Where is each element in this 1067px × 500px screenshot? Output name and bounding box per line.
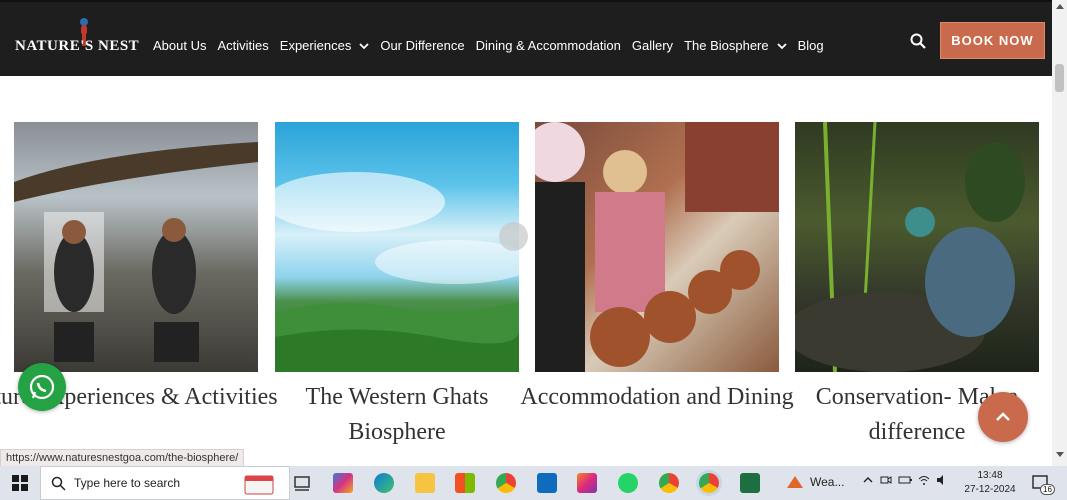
taskbar-clock[interactable]: 13:48 27-12-2024 — [960, 469, 1020, 497]
nav-label: The Biosphere — [684, 38, 769, 53]
card-western-ghats[interactable]: The Western Ghats Biosphere — [275, 122, 519, 445]
nav-activities[interactable]: Activities — [217, 38, 268, 53]
nav-dining-accommodation[interactable]: Dining & Accommodation — [476, 38, 621, 53]
forest-sky-photo — [275, 172, 519, 372]
clock-time: 13:48 — [977, 470, 1003, 481]
chevron-up-icon — [996, 412, 1010, 421]
nav-blog[interactable]: Blog — [798, 38, 824, 53]
logo-text: NATURE'S NEST — [15, 38, 140, 54]
whatsapp-app-icon[interactable] — [618, 473, 638, 493]
task-view-icon[interactable] — [292, 473, 312, 493]
weather-icon — [787, 476, 803, 488]
search-icon[interactable] — [909, 32, 927, 50]
nav-label: Gallery — [631, 38, 674, 53]
main-nav: About Us Activities Experiences Our Diff… — [153, 38, 835, 53]
card-image-forest-sky[interactable] — [275, 122, 519, 372]
nav-label: About Us — [153, 38, 207, 53]
card-image-cooking-pots[interactable] — [535, 122, 779, 372]
status-bar-url: https://www.naturesnestgoa.com/the-biosp… — [0, 449, 245, 467]
card-title[interactable]: The Western Ghats Biosphere — [255, 380, 539, 450]
volume-icon[interactable] — [936, 474, 948, 486]
nav-label: Activities — [217, 38, 269, 53]
battery-icon[interactable] — [898, 474, 912, 486]
chevron-up-icon[interactable] — [862, 474, 874, 486]
chrome-profile-icon[interactable] — [659, 473, 679, 493]
chrome-active-icon[interactable] — [699, 473, 719, 493]
nav-label: Blog — [797, 38, 824, 53]
search-icon — [51, 476, 66, 491]
cooking-pots-photo — [535, 122, 779, 372]
system-tray — [862, 474, 948, 486]
nav-label: Experiences — [279, 38, 352, 53]
chrome-icon[interactable] — [496, 473, 516, 493]
card-nature-experiences[interactable]: ture Experiences & Activities — [0, 122, 278, 410]
whatsapp-icon — [29, 374, 55, 400]
card-accommodation-dining[interactable]: Accommodation and Dining — [520, 122, 794, 410]
chevron-down-icon — [776, 42, 787, 49]
nav-experiences[interactable]: Experiences — [280, 38, 370, 53]
nav-our-difference[interactable]: Our Difference — [380, 38, 464, 53]
microsoft-store-icon[interactable] — [455, 473, 475, 493]
clock-date: 27-12-2024 — [964, 484, 1016, 495]
nav-biosphere[interactable]: The Biosphere — [684, 38, 787, 53]
nav-label: Dining & Accommodation — [475, 38, 621, 53]
instagram-icon[interactable] — [577, 473, 597, 493]
card-image-forest-floor[interactable] — [795, 122, 1039, 372]
weather-widget[interactable]: Wea... — [786, 474, 844, 490]
nav-about-us[interactable]: About Us — [153, 38, 206, 53]
nav-gallery[interactable]: Gallery — [632, 38, 673, 53]
file-explorer-icon[interactable] — [415, 473, 435, 493]
card-image-waterfall[interactable] — [14, 122, 258, 372]
meet-now-icon[interactable] — [880, 474, 892, 486]
edge-browser-icon[interactable] — [374, 473, 394, 493]
whatsapp-button[interactable] — [18, 363, 66, 411]
card-conservation[interactable]: Conservation- Mak a difference — [795, 122, 1039, 445]
card-title[interactable]: Accommodation and Dining — [515, 380, 799, 415]
notification-count-badge: 16 — [1040, 484, 1055, 495]
forest-floor-photo — [795, 122, 1025, 372]
scroll-up-arrow-icon[interactable] — [1056, 4, 1064, 9]
copilot-icon[interactable] — [333, 473, 353, 493]
taskbar-search-placeholder: Type here to search — [74, 476, 181, 490]
site-logo[interactable]: NATURE'S NEST — [15, 18, 140, 64]
waterfall-photo — [14, 142, 258, 362]
calendar-icon — [244, 475, 274, 495]
windows-taskbar: Type here to search Wea... 13:48 27-12-2… — [0, 466, 1067, 500]
scroll-down-arrow-icon[interactable] — [1056, 452, 1064, 457]
chevron-down-icon — [359, 42, 369, 49]
taskbar-search-box[interactable]: Type here to search — [40, 466, 290, 500]
outlook-icon[interactable] — [537, 473, 557, 493]
scroll-to-top-button[interactable] — [978, 392, 1028, 442]
book-now-button[interactable]: BOOK NOW — [940, 22, 1045, 59]
windows-start-icon[interactable] — [12, 475, 28, 491]
scroll-thumb[interactable] — [1055, 64, 1064, 92]
site-header: NATURE'S NEST About Us Activities Experi… — [0, 0, 1052, 76]
weather-text: Wea... — [810, 475, 845, 489]
wifi-icon[interactable] — [918, 474, 930, 486]
excel-icon[interactable] — [740, 473, 760, 493]
carousel-indicator[interactable] — [499, 222, 528, 251]
nav-label: Our Difference — [380, 38, 465, 53]
